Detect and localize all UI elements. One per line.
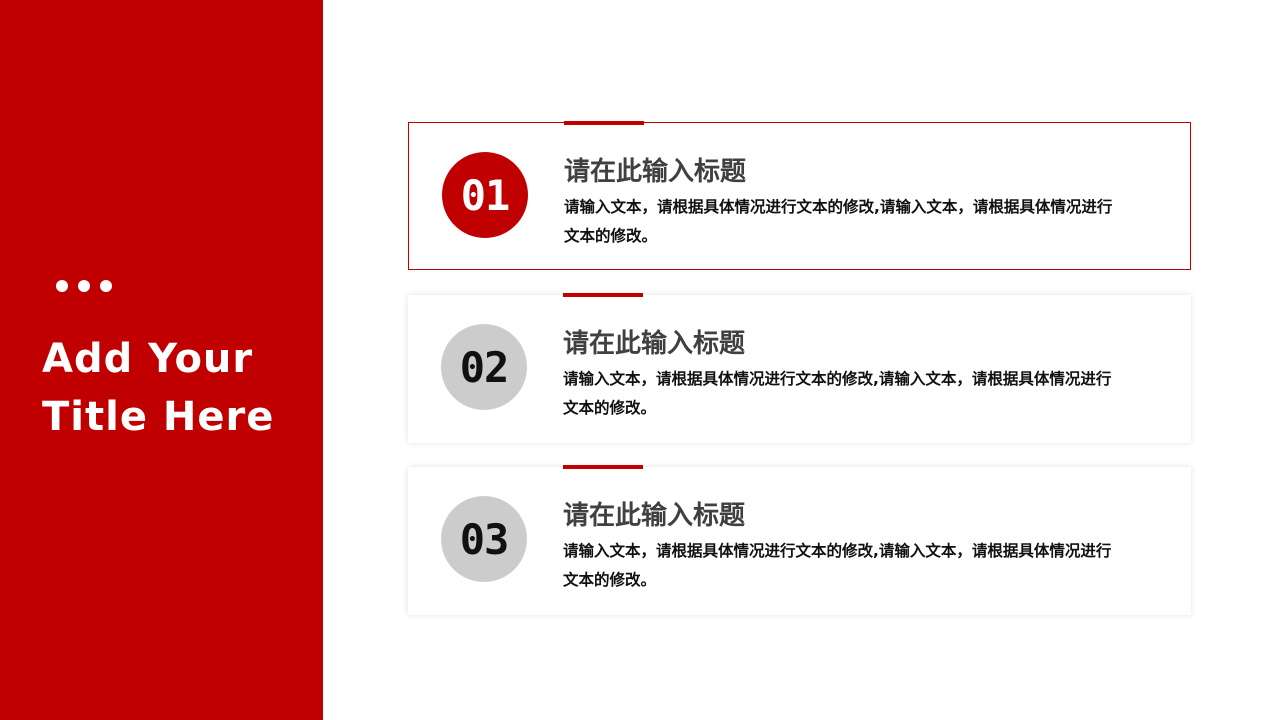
dots-decoration bbox=[56, 280, 112, 292]
item-text[interactable]: 请输入文本，请根据具体情况进行文本的修改,请输入文本，请根据具体情况进行文本的修… bbox=[563, 365, 1123, 423]
dot-icon bbox=[56, 280, 68, 292]
item-title[interactable]: 请在此输入标题 bbox=[564, 151, 746, 188]
dot-icon bbox=[100, 280, 112, 292]
slide-title-line1: Add Your bbox=[42, 336, 254, 382]
item-card-3[interactable]: 03 请在此输入标题 请输入文本，请根据具体情况进行文本的修改,请输入文本，请根… bbox=[408, 465, 1191, 615]
card-accent-bar bbox=[563, 293, 643, 297]
dot-icon bbox=[78, 280, 90, 292]
left-red-panel: Add Your Title Here bbox=[0, 0, 323, 720]
item-card-2[interactable]: 02 请在此输入标题 请输入文本，请根据具体情况进行文本的修改,请输入文本，请根… bbox=[408, 293, 1191, 443]
item-card-1[interactable]: 01 请在此输入标题 请输入文本，请根据具体情况进行文本的修改,请输入文本，请根… bbox=[408, 121, 1191, 270]
item-title[interactable]: 请在此输入标题 bbox=[563, 495, 745, 532]
slide-title-line2: Title Here bbox=[42, 394, 275, 440]
slide-title[interactable]: Add Your Title Here bbox=[42, 330, 312, 446]
item-text[interactable]: 请输入文本，请根据具体情况进行文本的修改,请输入文本，请根据具体情况进行文本的修… bbox=[564, 193, 1124, 251]
card-accent-bar bbox=[564, 121, 644, 125]
card-accent-bar bbox=[563, 465, 643, 469]
item-number-badge: 03 bbox=[441, 496, 527, 582]
item-number-badge: 01 bbox=[442, 152, 528, 238]
item-title[interactable]: 请在此输入标题 bbox=[563, 323, 745, 360]
item-text[interactable]: 请输入文本，请根据具体情况进行文本的修改,请输入文本，请根据具体情况进行文本的修… bbox=[563, 537, 1123, 595]
item-number-badge: 02 bbox=[441, 324, 527, 410]
